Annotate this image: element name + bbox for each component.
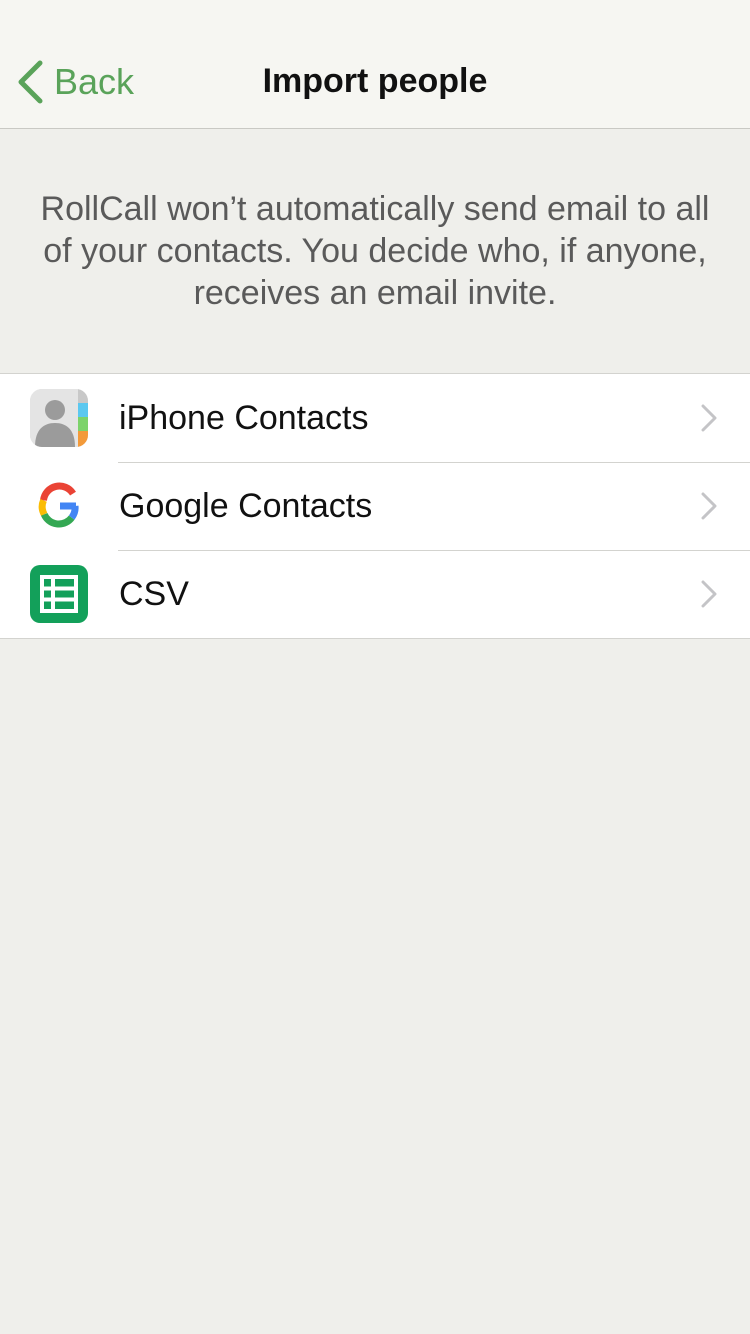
import-source-list: iPhone Contacts Google Contacts CSV <box>0 373 750 639</box>
list-item-label: Google Contacts <box>119 487 373 525</box>
chevron-right-icon <box>701 404 717 432</box>
spreadsheet-icon <box>30 565 88 623</box>
list-item-label: CSV <box>119 575 189 613</box>
google-g-icon <box>38 482 79 528</box>
import-notice: RollCall won’t automatically send email … <box>40 190 710 312</box>
list-item-iphone-contacts[interactable]: iPhone Contacts <box>0 374 750 462</box>
list-item-csv[interactable]: CSV <box>0 550 750 638</box>
page-title: Import people <box>262 62 488 100</box>
navigation-bar: Back Import people <box>0 0 750 129</box>
list-item-label: iPhone Contacts <box>119 399 369 437</box>
chevron-right-icon <box>701 580 717 608</box>
contacts-app-icon <box>30 389 88 447</box>
list-item-google-contacts[interactable]: Google Contacts <box>0 462 750 550</box>
chevron-right-icon <box>701 492 717 520</box>
